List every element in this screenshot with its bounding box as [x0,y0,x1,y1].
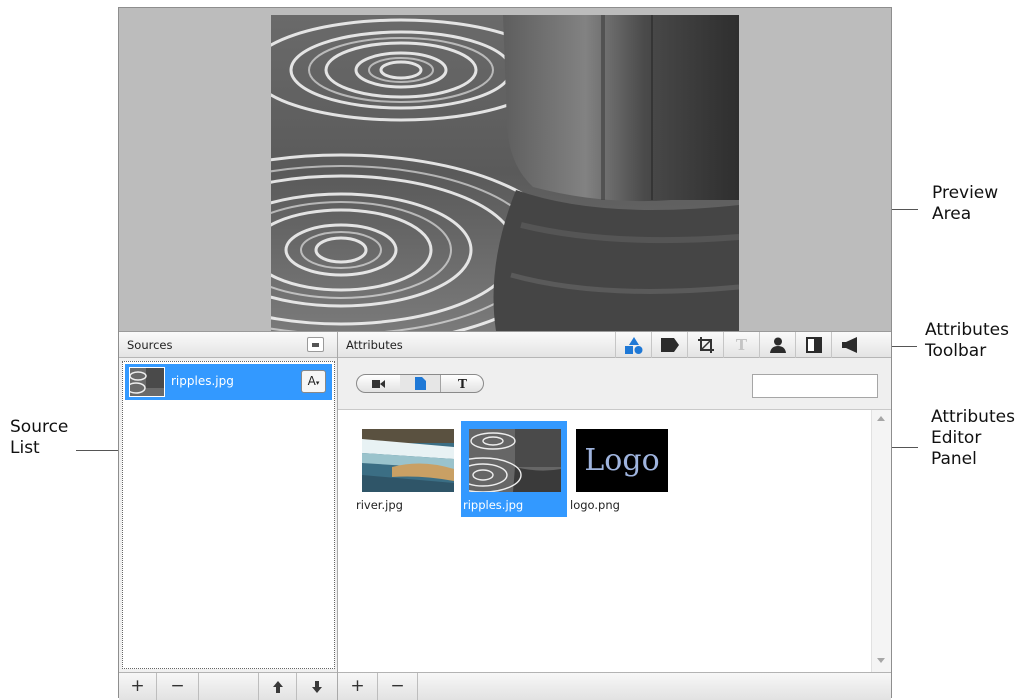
bottom-spacer [199,673,259,700]
thumbnail-image-river [362,429,454,492]
thumbnail-item[interactable]: river.jpg [354,421,460,517]
thumbnail-item[interactable]: Logo logo.png [568,421,674,517]
app-window: Sources ripples.jpg A▾ + − Attributes T … [118,7,892,700]
thumb-art [130,368,164,396]
vertical-scrollbar[interactable] [871,410,891,672]
scroll-up-icon[interactable] [877,416,885,421]
callout-line: Preview [932,183,999,203]
callout-line: Panel [931,449,977,469]
source-action-button[interactable]: A▾ [301,370,326,393]
video-camera-icon [372,379,385,388]
callout-preview-area: Preview Area [932,183,998,225]
source-name: ripples.jpg [171,374,234,388]
source-thumbnail [129,367,165,397]
tag-tool-button[interactable] [651,332,687,358]
filter-video-button[interactable] [357,375,401,392]
split-view-tool-button[interactable] [795,332,831,358]
sources-bottom-bar: + − [119,672,337,700]
filter-text-button[interactable]: T [440,375,483,392]
attributes-subbar: T [338,358,891,410]
dropdown-arrow-icon: ▾ [315,379,320,387]
sources-header: Sources [119,332,337,358]
callout-line: List [10,438,40,458]
remove-attribute-button[interactable]: − [378,673,418,700]
thumbnail-image-logo: Logo [576,429,668,492]
source-action-label: A [307,374,316,388]
arrow-up-icon [272,680,283,693]
river-art [362,429,454,492]
crop-tool-button[interactable] [687,332,723,358]
scroll-down-icon[interactable] [877,658,885,663]
thumbnail-item-selected[interactable]: ripples.jpg [461,421,567,517]
thumbnail-caption: river.jpg [356,498,403,512]
collapse-icon [312,343,319,347]
audio-icon [841,337,857,353]
type-filter-segmented: T [356,374,484,393]
callout-line: Attributes [931,407,1015,427]
add-source-button[interactable]: + [119,673,157,700]
crop-icon [697,337,714,353]
text-icon: T [735,336,748,354]
ripples-artwork [271,15,739,331]
sources-pane: Sources ripples.jpg A▾ + − [119,332,338,700]
preview-image-ripples [271,15,739,331]
filter-document-button[interactable] [400,375,441,392]
thumbnail-caption: logo.png [570,498,620,512]
add-attribute-button[interactable]: + [338,673,378,700]
thumbnail-caption: ripples.jpg [463,498,524,512]
thumbnail-image-ripples [469,429,561,492]
ripples-thumb-art [469,429,561,492]
callout-attributes-editor: Attributes Editor Panel [931,407,1015,470]
move-down-button[interactable] [297,673,337,700]
callout-source-list: Source List [10,417,68,459]
arrow-down-icon [312,680,322,693]
bottom-panels: Sources ripples.jpg A▾ + − Attributes T … [119,331,891,700]
search-input[interactable] [752,374,878,398]
attributes-header: Attributes T [338,332,891,358]
callout-line: Attributes [925,320,1009,340]
callout-line: Source [10,417,69,437]
attributes-pane: Attributes T T river.jpg ripples.jpg Log… [338,332,891,700]
callout-line: Area [932,204,972,224]
callout-line: Editor [931,428,982,448]
attributes-editor-panel[interactable]: river.jpg ripples.jpg Logo logo.png [338,410,891,672]
source-list-item[interactable]: ripples.jpg A▾ [125,364,332,400]
shapes-tool-button[interactable] [615,332,651,358]
remove-source-button[interactable]: − [157,673,199,700]
collapse-pane-button[interactable] [307,337,324,352]
sources-title: Sources [127,338,173,352]
document-icon [414,377,426,390]
tag-icon [660,338,679,352]
move-up-button[interactable] [259,673,297,700]
attributes-bottom-bar: + − [338,672,891,700]
preview-area [119,8,891,331]
text-tool-button[interactable]: T [723,332,759,358]
split-view-icon [805,337,822,353]
shapes-icon [624,336,642,354]
attributes-title: Attributes [346,338,403,352]
source-list[interactable]: ripples.jpg A▾ [122,361,335,669]
person-tool-button[interactable] [759,332,795,358]
person-icon [769,337,786,353]
audio-tool-button[interactable] [831,332,867,358]
callout-attributes-toolbar: Attributes Toolbar [925,320,1009,362]
callout-line: Toolbar [925,341,987,361]
logo-text: Logo [584,443,660,478]
